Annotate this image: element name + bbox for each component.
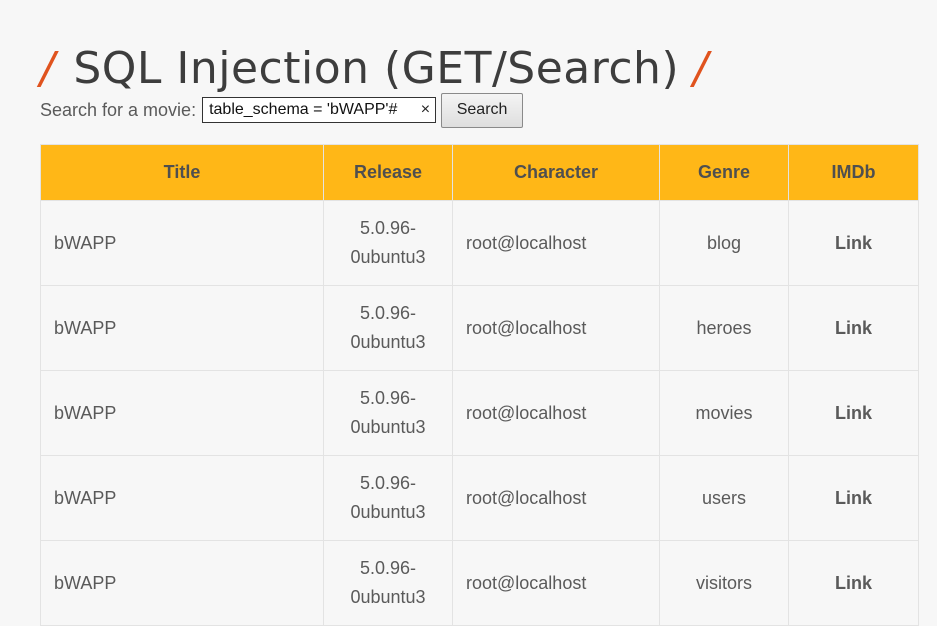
- cell-imdb: Link: [788, 370, 919, 456]
- cell-release: 5.0.96-0ubuntu3: [323, 455, 453, 541]
- cell-character: root@localhost: [452, 370, 660, 456]
- page-title-text: SQL Injection (GET/Search): [73, 43, 680, 95]
- cell-character: root@localhost: [452, 200, 660, 286]
- imdb-link[interactable]: Link: [835, 573, 872, 593]
- cell-genre: visitors: [659, 540, 789, 626]
- release-text: 5.0.96-0ubuntu3: [350, 558, 426, 607]
- movies-table: Title Release Character Genre IMDb bWAPP…: [40, 144, 919, 626]
- cell-title: bWAPP: [40, 540, 324, 626]
- search-label: Search for a movie:: [40, 99, 197, 120]
- release-text: 5.0.96-0ubuntu3: [350, 303, 426, 352]
- table-row: bWAPP 5.0.96-0ubuntu3 root@localhost vis…: [40, 540, 919, 626]
- table-row: bWAPP 5.0.96-0ubuntu3 root@localhost mov…: [40, 370, 919, 456]
- header-genre: Genre: [659, 144, 789, 201]
- cell-title: bWAPP: [40, 455, 324, 541]
- cell-character: root@localhost: [452, 285, 660, 371]
- search-form: Search for a movie: × Search: [40, 92, 524, 128]
- cell-character: root@localhost: [452, 540, 660, 626]
- title-slash-right: /: [693, 43, 709, 95]
- release-text: 5.0.96-0ubuntu3: [350, 388, 426, 437]
- cell-title: bWAPP: [40, 200, 324, 286]
- table-row: bWAPP 5.0.96-0ubuntu3 root@localhost her…: [40, 285, 919, 371]
- cell-title: bWAPP: [40, 285, 324, 371]
- cell-imdb: Link: [788, 285, 919, 371]
- cell-title: bWAPP: [40, 370, 324, 456]
- search-input[interactable]: [203, 98, 415, 122]
- header-release: Release: [323, 144, 453, 201]
- cell-imdb: Link: [788, 540, 919, 626]
- table-header-row: Title Release Character Genre IMDb: [40, 144, 919, 201]
- imdb-link[interactable]: Link: [835, 403, 872, 423]
- title-slash-left: /: [40, 43, 56, 95]
- cell-imdb: Link: [788, 200, 919, 286]
- imdb-link[interactable]: Link: [835, 318, 872, 338]
- cell-imdb: Link: [788, 455, 919, 541]
- cell-character: root@localhost: [452, 455, 660, 541]
- table-row: bWAPP 5.0.96-0ubuntu3 root@localhost blo…: [40, 200, 919, 286]
- header-title: Title: [40, 144, 324, 201]
- header-imdb: IMDb: [788, 144, 919, 201]
- imdb-link[interactable]: Link: [835, 233, 872, 253]
- release-text: 5.0.96-0ubuntu3: [350, 473, 426, 522]
- cell-genre: heroes: [659, 285, 789, 371]
- header-character: Character: [452, 144, 660, 201]
- search-button[interactable]: Search: [441, 92, 524, 128]
- release-text: 5.0.96-0ubuntu3: [350, 218, 426, 267]
- cell-genre: movies: [659, 370, 789, 456]
- cell-release: 5.0.96-0ubuntu3: [323, 540, 453, 626]
- cell-release: 5.0.96-0ubuntu3: [323, 370, 453, 456]
- cell-release: 5.0.96-0ubuntu3: [323, 285, 453, 371]
- table-row: bWAPP 5.0.96-0ubuntu3 root@localhost use…: [40, 455, 919, 541]
- cell-genre: users: [659, 455, 789, 541]
- search-box: ×: [202, 97, 437, 123]
- clear-icon[interactable]: ×: [421, 99, 430, 121]
- imdb-link[interactable]: Link: [835, 488, 872, 508]
- cell-release: 5.0.96-0ubuntu3: [323, 200, 453, 286]
- cell-genre: blog: [659, 200, 789, 286]
